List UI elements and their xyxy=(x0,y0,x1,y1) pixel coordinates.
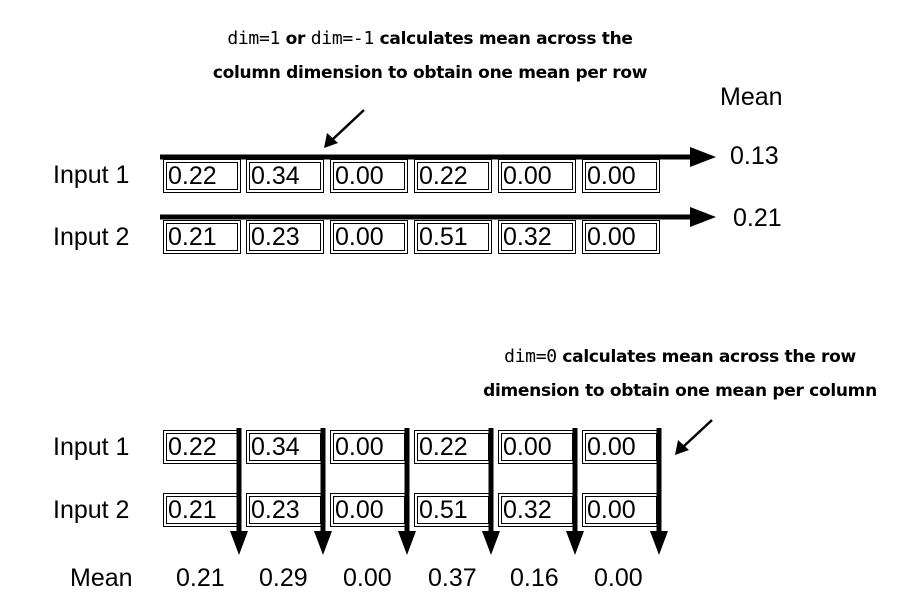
bottom-column-arrow xyxy=(314,428,332,555)
top-pointer-arrow xyxy=(324,109,365,148)
arrows-layer xyxy=(160,109,716,555)
bottom-column-arrow xyxy=(482,428,500,555)
bottom-column-arrow xyxy=(566,428,584,555)
top-row-1-arrow xyxy=(160,147,716,167)
bottom-column-arrow xyxy=(398,428,416,555)
bottom-pointer-arrow xyxy=(675,419,713,455)
bottom-column-arrow xyxy=(230,428,248,555)
top-row-2-arrow xyxy=(160,207,716,227)
bottom-column-arrow xyxy=(650,428,668,555)
